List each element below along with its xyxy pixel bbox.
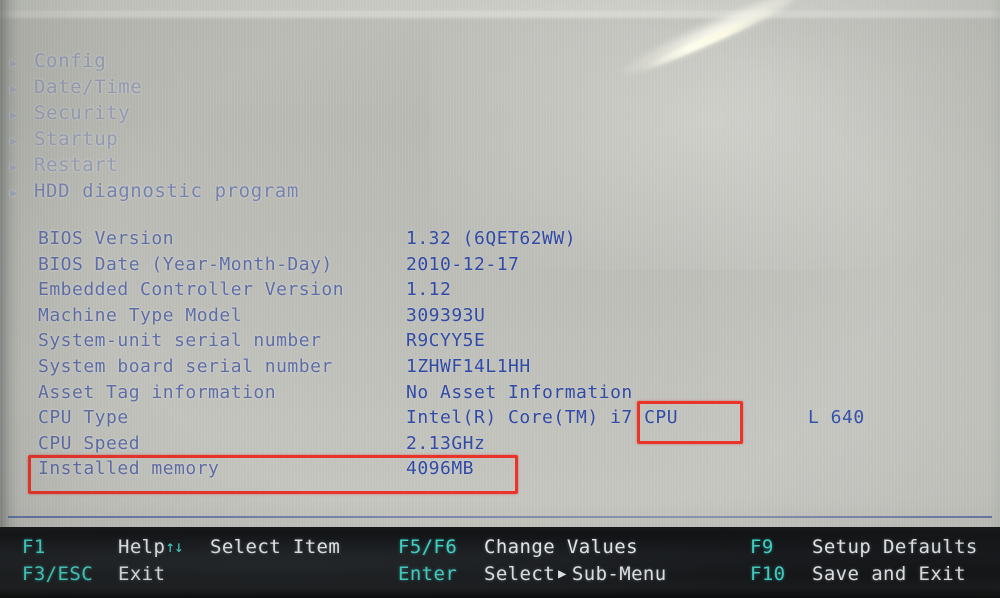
info-label: BIOS Version <box>38 228 175 249</box>
legend-select-item: Select Item <box>210 533 340 560</box>
bios-setup-screen: ▶ Config ▶ Date/Time ▶ Security ▶ Startu… <box>0 0 1000 598</box>
legend-f9-setup-defaults[interactable]: F9 <box>750 533 774 560</box>
legend-key: F1 <box>22 535 46 558</box>
submenu-caret-icon: ▶ <box>558 565 567 582</box>
legend-label: Exit <box>118 562 166 585</box>
info-value: 2010-12-17 <box>406 253 520 275</box>
info-value: 309393U <box>406 304 486 326</box>
legend-key: F3/ESC <box>22 562 94 585</box>
info-value: 2.13GHz <box>406 432 486 454</box>
legend-help-label: Help ↑↓ <box>118 533 184 560</box>
info-label: Machine Type Model <box>38 304 243 326</box>
menu-item-date-time[interactable]: ▶ Date/Time <box>10 76 299 102</box>
menu-item-security[interactable]: ▶ Security <box>10 102 299 128</box>
info-label: CPU Type <box>38 407 129 429</box>
legend-f1-help[interactable]: F1 <box>22 533 46 560</box>
info-label: Installed memory <box>38 458 220 480</box>
legend-setup-defaults-label: Setup Defaults <box>812 533 978 560</box>
info-value: 1.12 <box>406 279 452 301</box>
menu-item-label: Security <box>34 102 131 124</box>
menu-item-label: Restart <box>34 154 119 176</box>
submenu-caret-icon: ▶ <box>10 160 19 175</box>
legend-label: Help <box>118 535 166 558</box>
menu-item-label: HDD diagnostic program <box>34 180 299 202</box>
legend-key: F10 <box>750 562 786 585</box>
legend-key: Enter <box>398 562 458 585</box>
info-label: CPU Speed <box>38 432 141 454</box>
info-value: 1ZHWF14L1HH <box>406 355 531 377</box>
menu-item-startup[interactable]: ▶ Startup <box>10 128 299 154</box>
legend-save-and-exit-label: Save and Exit <box>812 560 966 587</box>
info-value: No Asset Information <box>406 381 633 403</box>
info-label: System board serial number <box>38 355 333 377</box>
legend-label: Select <box>484 562 556 585</box>
legend-change-values-label: Change Values <box>484 533 638 560</box>
legend-enter-select[interactable]: Enter <box>398 560 457 587</box>
up-down-arrows-icon: ↑↓ <box>165 537 183 556</box>
info-value: 4096MB <box>406 458 475 480</box>
footer-separator-line <box>8 516 992 518</box>
legend-f10-save-and-exit[interactable]: F10 <box>750 560 786 587</box>
function-key-legend-bar: F1 Help ↑↓ Select Item F5/F6 Change Value… <box>0 527 1000 598</box>
menu-item-label: Startup <box>34 128 119 150</box>
info-label: System-unit serial number <box>38 330 322 352</box>
legend-label: Save and Exit <box>812 562 966 585</box>
legend-f3esc-exit[interactable]: F3/ESC <box>22 560 93 587</box>
menu-item-label: Config <box>34 50 107 72</box>
info-value: 1.32 (6QET62WW) <box>406 228 577 249</box>
info-label: Asset Tag information <box>38 381 277 403</box>
main-menu: ▶ Config ▶ Date/Time ▶ Security ▶ Startu… <box>10 50 299 206</box>
submenu-caret-icon: ▶ <box>10 56 19 71</box>
legend-submenu-label: Select ▶ Sub-Menu <box>484 560 667 587</box>
menu-item-config[interactable]: ▶ Config <box>10 50 299 76</box>
submenu-caret-icon: ▶ <box>10 108 19 123</box>
legend-label: Change Values <box>484 535 638 558</box>
info-label: Embedded Controller Version <box>38 279 345 301</box>
menu-item-hdd-diagnostic-program[interactable]: ▶ HDD diagnostic program <box>10 180 299 206</box>
legend-exit-label: Exit <box>118 560 165 587</box>
menu-item-restart[interactable]: ▶ Restart <box>10 154 299 180</box>
submenu-caret-icon: ▶ <box>10 186 19 201</box>
info-label: BIOS Date (Year-Month-Day) <box>38 253 333 275</box>
info-value-suffix: L 640 <box>808 407 865 429</box>
legend-key: F9 <box>750 535 774 558</box>
info-value: Intel(R) Core(TM) i7 CPU <box>406 407 679 429</box>
legend-label: Setup Defaults <box>812 535 978 558</box>
legend-f5f6-change-values[interactable]: F5/F6 <box>398 533 457 560</box>
menu-item-label: Date/Time <box>34 76 143 98</box>
legend-key: F5/F6 <box>398 535 458 558</box>
submenu-caret-icon: ▶ <box>10 82 19 97</box>
legend-label-2: Sub-Menu <box>571 562 667 585</box>
submenu-caret-icon: ▶ <box>10 134 19 149</box>
info-value: R9CYY5E <box>406 330 486 352</box>
legend-label: Select Item <box>210 535 341 558</box>
